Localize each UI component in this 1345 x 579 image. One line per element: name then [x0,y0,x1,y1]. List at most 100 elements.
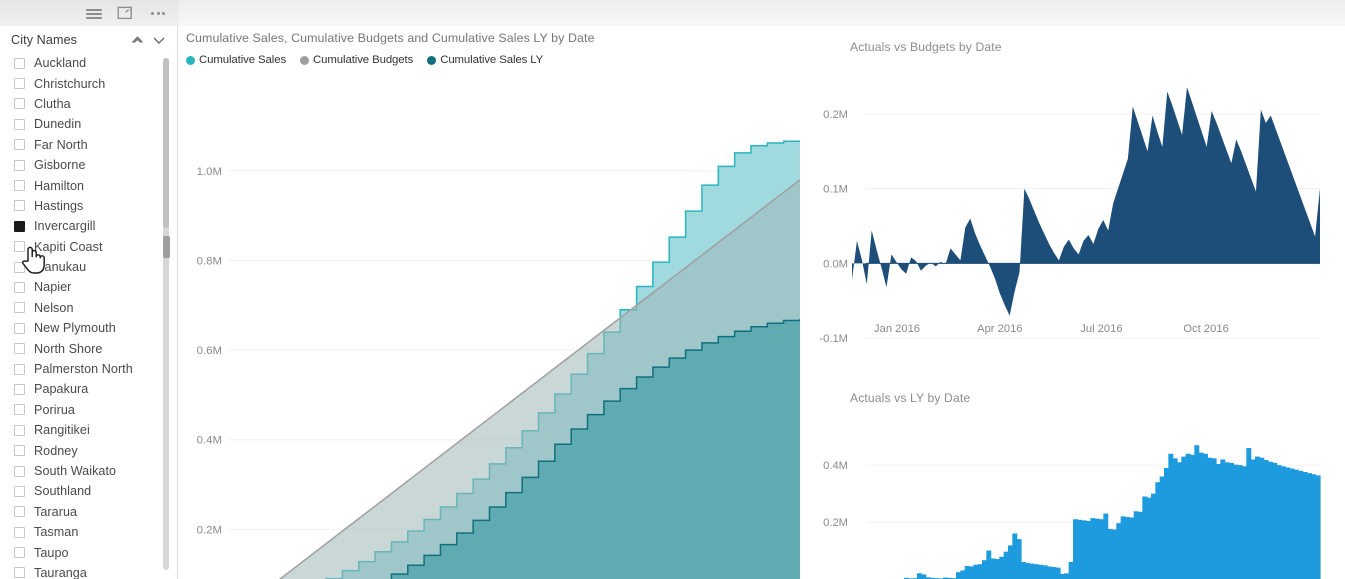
slicer-item-checkbox[interactable] [14,98,25,110]
slicer-item[interactable]: Dunedin [0,114,178,134]
slicer-item[interactable]: Tauranga [0,563,178,579]
slicer-item[interactable]: Papakura [0,379,178,399]
slicer-item[interactable]: Porirua [0,400,178,420]
slicer-item[interactable]: New Plymouth [0,318,178,338]
slicer-item-checkbox[interactable] [14,547,25,559]
slicer-item-label: North Shore [34,341,103,356]
slicer-scrollbar-thumb[interactable] [163,58,169,228]
slicer-item[interactable]: Manukau [0,257,178,277]
slicer-item-label: Tararua [34,504,78,519]
slicer-item-checkbox[interactable] [14,424,25,436]
slicer-item-label: Invercargill [34,219,96,234]
slicer-item-checkbox[interactable] [14,241,25,253]
slicer-item-checkbox[interactable] [14,200,25,212]
slicer-item-checkbox[interactable] [14,281,25,293]
slicer-item-checkbox[interactable] [14,506,25,518]
slicer-item[interactable]: Tararua [0,502,178,522]
slicer-item[interactable]: North Shore [0,338,178,358]
slicer-item-label: Auckland [34,56,87,71]
slicer-item[interactable]: Rodney [0,440,178,460]
slicer-item[interactable]: Gisborne [0,155,178,175]
filter-menu-icon[interactable] [84,4,104,22]
slicer-item[interactable]: Hastings [0,196,178,216]
legend-item-cumulative-sales[interactable]: Cumulative Sales [186,54,286,66]
slicer-item-checkbox[interactable] [14,261,25,273]
x-axis-tick: Oct 2016 [1183,323,1228,335]
slicer-item-checkbox[interactable] [14,445,25,457]
slicer-item[interactable]: Kapiti Coast [0,237,178,257]
slicer-item[interactable]: Taupo [0,542,178,562]
slicer-item-checkbox[interactable] [14,302,25,314]
slicer-item-label: Rodney [34,443,78,458]
more-options-icon[interactable] [148,4,168,22]
slicer-item-checkbox[interactable] [14,322,25,334]
slicer-item-checkbox[interactable] [14,220,25,232]
slicer-item-label: Far North [34,137,88,152]
slicer-item[interactable]: South Waikato [0,461,178,481]
y-axis-tick: 0.2M [823,517,848,529]
slicer-item-checkbox[interactable] [14,180,25,192]
slicer-item-label: South Waikato [34,464,117,478]
slicer-item[interactable]: Auckland [0,53,178,73]
legend-item-cumulative-sales-ly[interactable]: Cumulative Sales LY [427,54,543,66]
slicer-item-label: Gisborne [34,158,86,173]
slicer-item[interactable]: Napier [0,277,178,297]
cumulative-chart-legend[interactable]: Cumulative Sales Cumulative Budgets Cumu… [186,54,800,66]
slicer-item[interactable]: Far North [0,135,178,155]
eraser-clear-icon[interactable] [126,30,148,50]
legend-label: Cumulative Budgets [313,54,414,66]
slicer-item-label: Napier [34,280,72,295]
slicer-item[interactable]: Christchurch [0,73,178,93]
slicer-item[interactable]: Nelson [0,298,178,318]
slicer-item-checkbox[interactable] [14,383,25,395]
slicer-item[interactable]: Clutha [0,94,178,114]
y-axis-tick: 0.1M [823,184,848,196]
panel-resize-grip[interactable] [163,236,170,258]
slicer-item[interactable]: Palmerston North [0,359,178,379]
city-names-slicer: City Names Auckland Christchurch Clutha Dun… [0,0,178,579]
slicer-item-label: Clutha [34,96,71,111]
slicer-item-checkbox[interactable] [14,363,25,375]
slicer-header: City Names [0,27,178,53]
slicer-item-checkbox[interactable] [14,139,25,151]
slicer-item-label: Dunedin [34,117,82,132]
slicer-item-checkbox[interactable] [14,526,25,538]
slicer-item-checkbox[interactable] [14,485,25,497]
slicer-item-checkbox[interactable] [14,343,25,355]
slicer-item-checkbox[interactable] [14,57,25,69]
slicer-item-checkbox[interactable] [14,465,25,477]
slicer-item-label: Southland [34,484,92,499]
y-axis-tick: 0.2M [823,109,848,121]
slicer-item-label: Manukau [34,260,87,275]
cumulative-chart-plot: 0.2M 0.4M 0.6M 0.8M 1.0M [197,140,800,579]
legend-dot-icon [427,55,437,65]
slicer-item[interactable]: Invercargill [0,216,178,236]
focus-mode-icon[interactable] [116,4,136,22]
report-chrome-strip [180,0,1345,26]
cumulative-chart-visual[interactable]: Cumulative Sales, Cumulative Budgets and… [180,26,800,579]
legend-item-cumulative-budgets[interactable]: Cumulative Budgets [300,54,413,66]
cumulative-chart-title: Cumulative Sales, Cumulative Budgets and… [186,31,595,45]
slicer-item-checkbox[interactable] [14,159,25,171]
slicer-item-checkbox[interactable] [14,118,25,130]
slicer-item[interactable]: Tasman [0,522,178,542]
chevron-down-icon[interactable] [148,30,170,50]
slicer-item-checkbox[interactable] [14,404,25,416]
slicer-item-label: Hamilton [34,178,85,193]
y-axis-tick: 0.6M [197,345,222,357]
y-axis-tick: 1.0M [197,166,222,178]
slicer-item-checkbox[interactable] [14,567,25,579]
slicer-item[interactable]: Southland [0,481,178,501]
slicer-item[interactable]: Hamilton [0,175,178,195]
slicer-item-label: Tasman [34,525,79,540]
slicer-title: City Names [11,33,78,47]
actuals-vs-ly-plot[interactable]: 0.2M 0.4M [800,379,1345,579]
slicer-item-list[interactable]: Auckland Christchurch Clutha Dunedin Far Nor… [0,53,178,579]
y-axis-tick: 0.2M [197,524,222,536]
y-axis-tick: 0.8M [197,255,222,267]
y-axis-tick: -0.1M [819,333,848,345]
slicer-item-checkbox[interactable] [14,78,25,90]
slicer-toolbar [0,0,178,26]
slicer-item[interactable]: Rangitikei [0,420,178,440]
actuals-vs-budgets-plot[interactable]: -0.1M 0.0M 0.1M 0.2M Jan 2016 Apr 2016 Jul 201… [800,26,1345,346]
